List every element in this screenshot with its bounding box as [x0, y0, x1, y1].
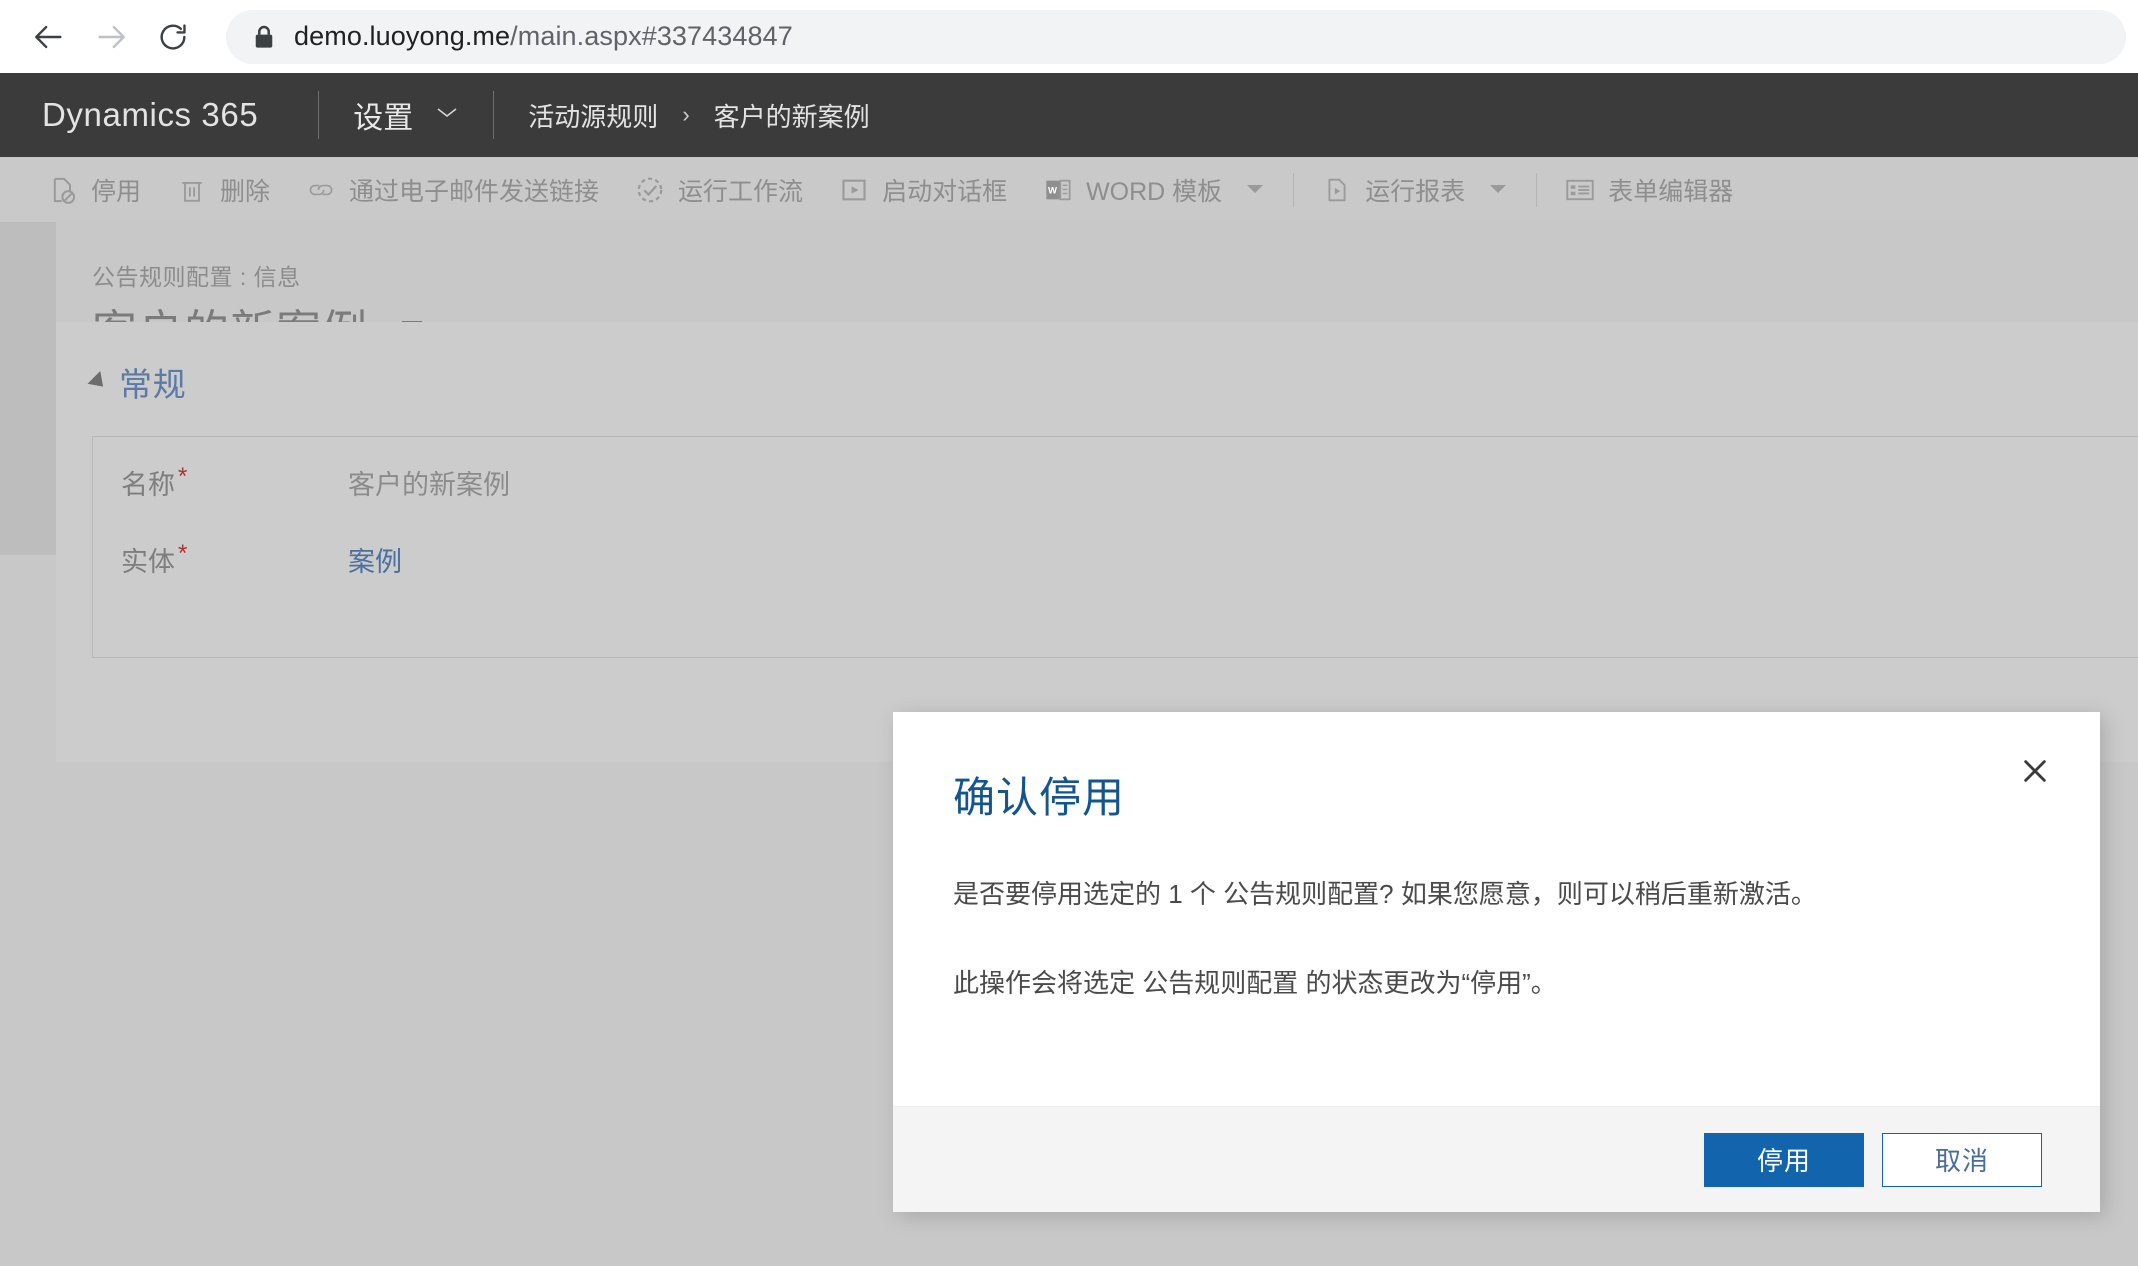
back-button[interactable] [18, 6, 80, 68]
command-label: 删除 [220, 177, 271, 206]
command-email-link[interactable]: 通过电子邮件发送链接 [288, 157, 617, 222]
form-field-row-entity: 实体 * 案例 [93, 502, 2138, 579]
form-field-row-name: 名称 * 客户的新案例 [93, 437, 2138, 502]
field-label: 实体 * [93, 540, 348, 579]
command-label: WORD 模板 [1086, 177, 1223, 206]
command-label: 运行工作流 [678, 177, 804, 206]
forward-button[interactable] [80, 6, 142, 68]
form-breadcrumb: 公告规则配置 : 信息 [92, 264, 301, 290]
required-indicator: * [178, 463, 188, 490]
command-run-report[interactable]: 运行报表 [1304, 157, 1526, 222]
deactivate-icon [48, 175, 78, 205]
dialog-body: 确认停用 是否要停用选定的 1 个 公告规则配置? 如果您愿意，则可以稍后重新激… [893, 712, 2100, 1106]
command-label: 运行报表 [1365, 177, 1466, 206]
command-separator [1293, 172, 1295, 207]
deactivate-button[interactable]: 停用 [1704, 1132, 1864, 1187]
workflow-icon [635, 175, 665, 205]
arrow-left-icon [32, 20, 66, 54]
reload-button[interactable] [142, 6, 204, 68]
chevron-down-icon[interactable] [1488, 181, 1508, 199]
form-card: 常规 名称 * 客户的新案例 实体 * 案例 [56, 322, 2138, 762]
triangle-collapse-icon[interactable] [87, 371, 110, 393]
chevron-right-icon: › [682, 102, 690, 127]
address-bar[interactable]: demo.luoyong.me/main.aspx#337434847 [226, 9, 2126, 64]
command-deactivate[interactable]: 停用 [30, 157, 159, 222]
left-rail-upper [0, 222, 56, 555]
cancel-button[interactable]: 取消 [1882, 1132, 2042, 1187]
browser-toolbar: demo.luoyong.me/main.aspx#337434847 [0, 0, 2138, 73]
dialog-paragraph-2: 此操作会将选定 公告规则配置 的状态更改为“停用”。 [953, 968, 1557, 998]
field-label: 名称 * [93, 463, 348, 502]
url-host: demo.luoyong.me [294, 21, 511, 51]
url-path: /main.aspx#337434847 [510, 21, 793, 51]
chevron-down-icon[interactable] [1245, 181, 1265, 199]
dialog-play-icon [839, 175, 869, 205]
command-label: 启动对话框 [882, 177, 1008, 206]
link-icon [306, 175, 336, 205]
trash-icon [177, 175, 207, 205]
url-text: demo.luoyong.me/main.aspx#337434847 [294, 21, 793, 52]
breadcrumb-item-0[interactable]: 活动源规则 [528, 97, 658, 134]
dialog-footer: 停用 取消 [893, 1106, 2100, 1212]
close-icon[interactable] [2012, 748, 2058, 794]
breadcrumb: 活动源规则 › 客户的新案例 [494, 73, 903, 157]
command-label: 停用 [91, 177, 142, 206]
field-label-text: 名称 [121, 470, 175, 500]
field-value-name[interactable]: 客户的新案例 [348, 463, 510, 502]
field-value-entity[interactable]: 案例 [348, 540, 402, 579]
required-indicator: * [178, 540, 188, 567]
app-navbar: Dynamics 365 设置 活动源规则 › 客户的新案例 [0, 73, 2138, 157]
report-icon [1322, 175, 1352, 205]
svg-text:W: W [1048, 185, 1057, 196]
reload-icon [157, 21, 189, 53]
chevron-down-icon [435, 104, 459, 126]
field-label-text: 实体 [121, 547, 175, 577]
command-label: 通过电子邮件发送链接 [349, 177, 600, 206]
form-section-header[interactable]: 常规 [56, 322, 2138, 406]
dialog-paragraph-1: 是否要停用选定的 1 个 公告规则配置? 如果您愿意，则可以稍后重新激活。 [953, 879, 1817, 909]
dialog-title: 确认停用 [953, 774, 1126, 821]
command-separator [1536, 172, 1538, 207]
breadcrumb-item-1[interactable]: 客户的新案例 [714, 97, 870, 134]
app-logo[interactable]: Dynamics 365 [0, 73, 318, 157]
command-delete[interactable]: 删除 [159, 157, 288, 222]
left-rail-lower [0, 555, 56, 1266]
confirm-deactivate-dialog: 确认停用 是否要停用选定的 1 个 公告规则配置? 如果您愿意，则可以稍后重新激… [893, 712, 2100, 1212]
command-word-template[interactable]: W WORD 模板 [1025, 157, 1283, 222]
command-label: 表单编辑器 [1608, 177, 1734, 206]
nav-area-label: 设置 [353, 102, 414, 135]
command-form-editor[interactable]: 表单编辑器 [1547, 157, 1751, 222]
form-section-title: 常规 [119, 366, 187, 403]
nav-area-settings[interactable]: 设置 [319, 73, 493, 157]
command-start-dialog[interactable]: 启动对话框 [821, 157, 1025, 222]
command-bar: 停用 删除 通过电子邮件发送链接 运行工作流 启动对话框 W WORD 模板 运… [0, 157, 2138, 222]
command-run-workflow[interactable]: 运行工作流 [617, 157, 821, 222]
word-template-icon: W [1043, 175, 1073, 205]
lock-icon [252, 24, 276, 50]
arrow-right-icon [94, 20, 128, 54]
form-editor-icon [1565, 175, 1595, 205]
form-field-table: 名称 * 客户的新案例 实体 * 案例 [92, 436, 2138, 658]
